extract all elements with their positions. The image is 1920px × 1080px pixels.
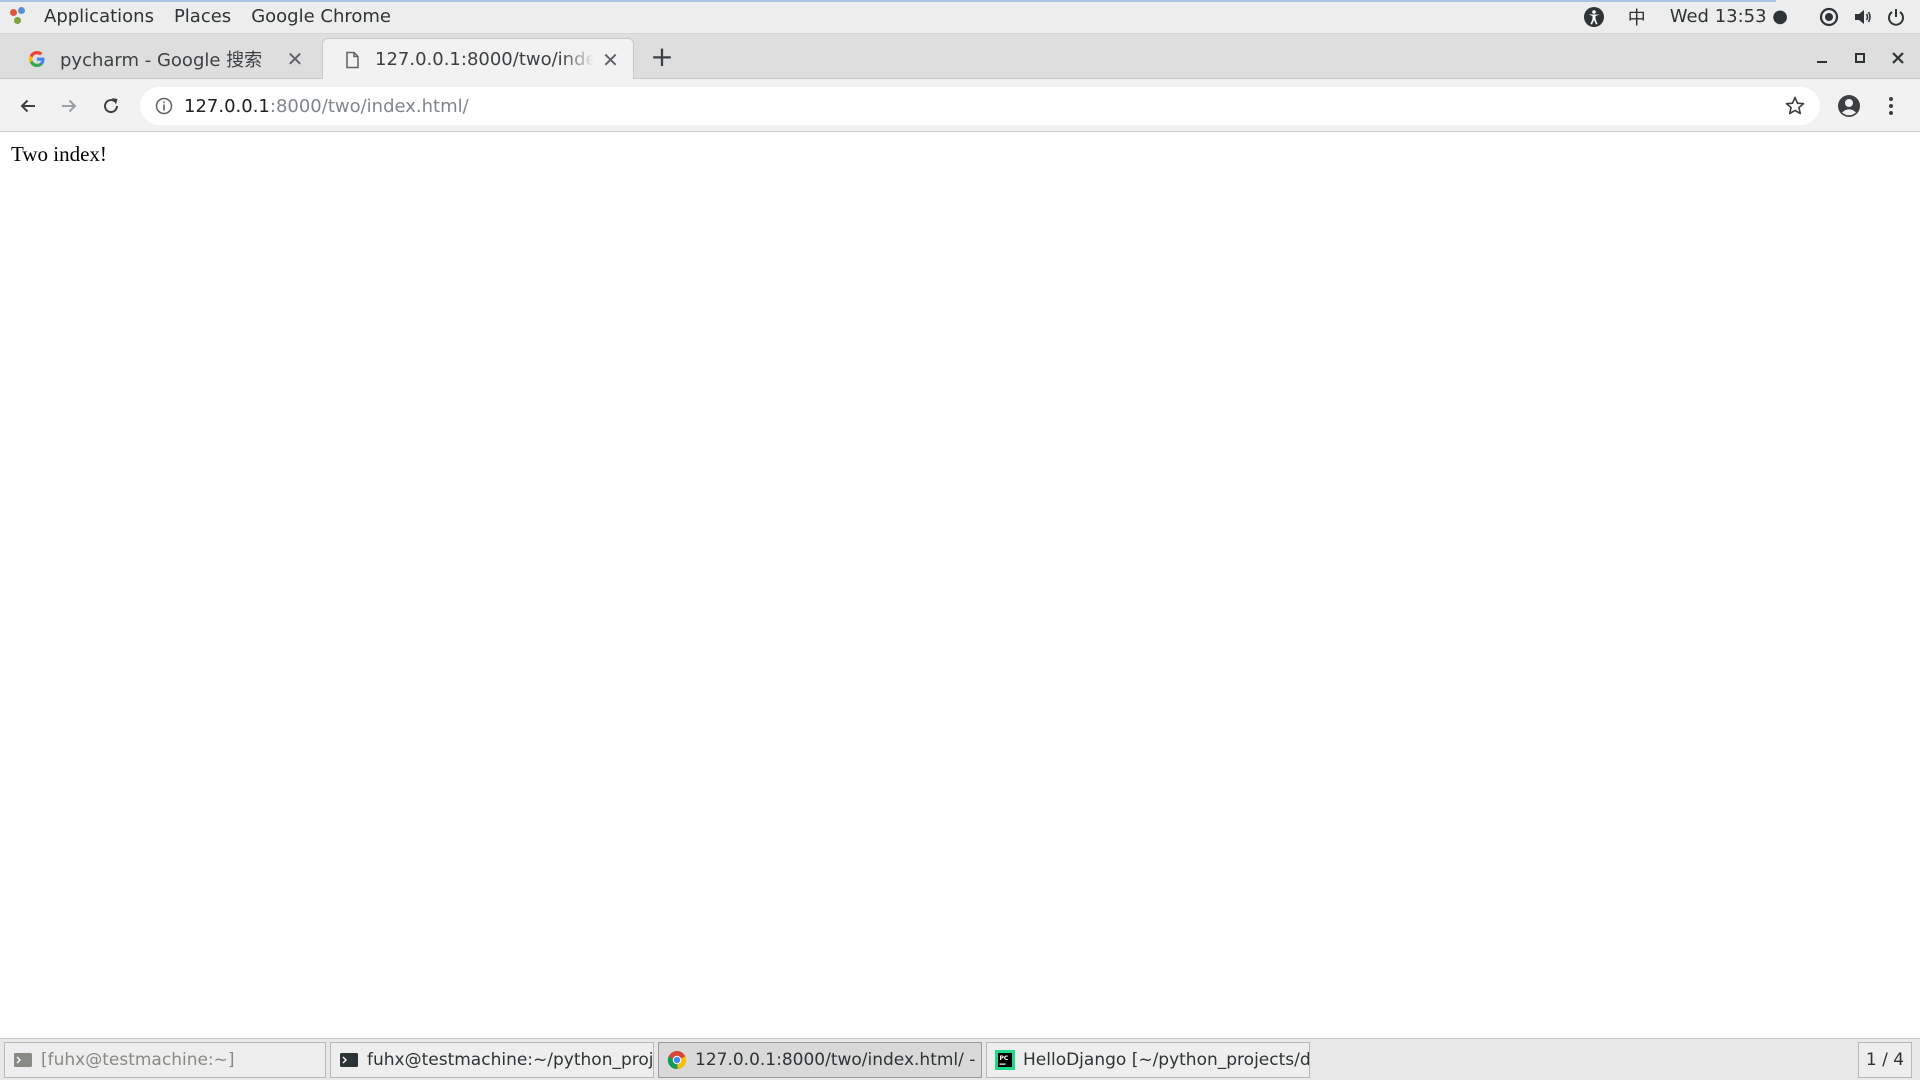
accessibility-icon[interactable] xyxy=(1574,0,1614,33)
url-host: 127.0.0.1 xyxy=(184,95,270,117)
bookmark-star-icon[interactable] xyxy=(1784,95,1806,117)
tab-close-icon[interactable]: ✕ xyxy=(602,48,619,72)
applications-icon xyxy=(8,6,28,27)
close-window-icon[interactable] xyxy=(1884,44,1912,72)
svg-text:PC: PC xyxy=(1000,1055,1009,1062)
tab-pycharm-search[interactable]: pycharm - Google 搜索 ✕ xyxy=(8,38,320,79)
maximize-icon[interactable] xyxy=(1846,44,1874,72)
taskbar-item-chrome[interactable]: 127.0.0.1:8000/two/index.html/ - G... xyxy=(658,1042,982,1078)
url-path: :8000/two/index.html/ xyxy=(269,95,469,117)
places-menu[interactable]: Places xyxy=(164,6,241,27)
taskbar-item-label: 127.0.0.1:8000/two/index.html/ - G... xyxy=(695,1050,982,1070)
profile-icon[interactable] xyxy=(1834,91,1864,121)
app-menu[interactable]: Google Chrome xyxy=(241,6,401,27)
minimize-icon[interactable] xyxy=(1808,44,1836,72)
forward-arrow-icon xyxy=(62,99,77,113)
page-content: Two index! xyxy=(0,132,1920,1038)
taskbar-item-label: fuhx@testmachine:~/python_project... xyxy=(367,1050,654,1070)
browser-toolbar: 127.0.0.1:8000/two/index.html/ xyxy=(0,79,1920,132)
info-icon[interactable] xyxy=(154,96,174,116)
page-icon xyxy=(343,51,361,69)
gnome-top-bar: Applications Places Google Chrome 中 Wed … xyxy=(0,0,1920,34)
back-button[interactable] xyxy=(13,91,43,121)
terminal-icon xyxy=(340,1053,358,1067)
forward-button[interactable] xyxy=(54,91,84,121)
back-arrow-icon xyxy=(20,99,35,113)
window-list-taskbar: [fuhx@testmachine:~] fuhx@testmachine:~/… xyxy=(0,1038,1920,1080)
tab-close-icon[interactable]: ✕ xyxy=(284,47,306,71)
tab-localhost-index[interactable]: 127.0.0.1:8000/two/index.html/ ✕ xyxy=(322,38,634,80)
taskbar-item-pycharm[interactable]: PC HelloDjango [~/python_projects/djan..… xyxy=(986,1042,1310,1078)
taskbar-item-label: [fuhx@testmachine:~] xyxy=(41,1050,235,1070)
clock[interactable]: Wed 13:53 ● xyxy=(1660,0,1798,33)
top-accent-line xyxy=(0,0,1776,2)
applications-menu[interactable]: Applications xyxy=(34,6,164,27)
taskbar-item-terminal-project[interactable]: fuhx@testmachine:~/python_project... xyxy=(330,1042,654,1078)
taskbar-item-label: HelloDjango [~/python_projects/djan... xyxy=(1023,1050,1310,1070)
terminal-icon xyxy=(14,1053,32,1067)
power-icon[interactable] xyxy=(1878,0,1914,33)
network-icon[interactable] xyxy=(1810,0,1848,33)
input-method-indicator[interactable]: 中 xyxy=(1614,0,1660,33)
tab-title: 127.0.0.1:8000/two/index.html/ xyxy=(375,49,595,70)
reload-icon xyxy=(104,98,119,114)
taskbar-item-terminal-home[interactable]: [fuhx@testmachine:~] xyxy=(4,1042,326,1078)
menu-kebab-icon[interactable] xyxy=(1876,91,1906,121)
workspace-pager[interactable]: 1 / 4 xyxy=(1858,1042,1912,1078)
chrome-icon xyxy=(667,1051,687,1070)
new-tab-button[interactable]: + xyxy=(648,43,676,72)
reload-button[interactable] xyxy=(96,91,126,121)
page-text: Two index! xyxy=(11,142,107,166)
tab-title: pycharm - Google 搜索 xyxy=(60,49,263,71)
google-g-icon xyxy=(28,50,46,68)
address-bar[interactable]: 127.0.0.1:8000/two/index.html/ xyxy=(140,87,1820,125)
pycharm-icon: PC xyxy=(995,1050,1015,1070)
volume-icon[interactable] xyxy=(1848,0,1878,33)
tab-strip: pycharm - Google 搜索 ✕ 127.0.0.1:8000/two… xyxy=(0,34,1920,80)
